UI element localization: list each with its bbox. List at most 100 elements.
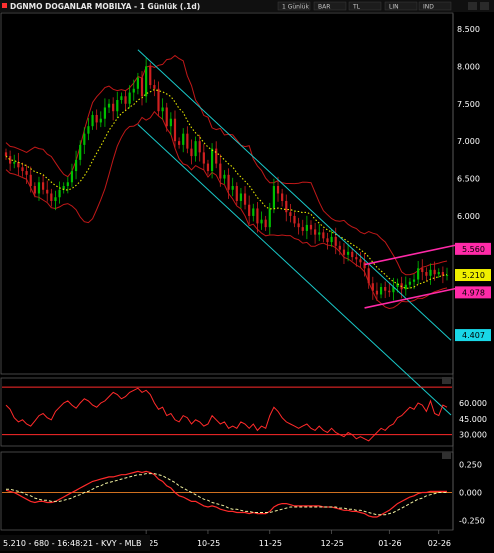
short-channel-lower [364,286,460,309]
candle-body [412,279,416,282]
date-tick-label: 10-25 [197,539,220,548]
panel-frame-1 [0,377,454,447]
candle-body [87,126,90,134]
candle-body [4,152,8,157]
candle-body [227,174,230,190]
candle-body [285,200,288,213]
candle-body [301,227,304,231]
candle-body [268,208,271,228]
candle-body [355,257,358,260]
candle-body [351,251,354,258]
candle-body [66,182,69,187]
status-text: 5.210 - 680 - 16:48:21 - KVY - MLB [3,539,141,548]
candle-body [305,224,308,231]
regression-channel-lower [137,124,452,416]
candle-body [83,133,86,145]
candle-body [371,283,374,291]
candle-body [161,107,164,112]
candle-body [79,144,82,160]
candle-body [33,186,36,194]
price-tick-label: 6.000 [457,212,480,221]
candle-body [50,193,53,201]
candle-body [95,114,98,123]
candle-body [54,197,57,201]
oscillator-tick-label: 30.000 [459,431,487,440]
toolbar-tab-label: IND [423,4,434,11]
candle-body [202,152,205,164]
date-tick-label: 12-25 [321,539,344,548]
candle-body [206,163,210,172]
bollinger-lower-line [5,110,448,310]
candle-body [132,88,135,93]
candle-body [404,284,407,290]
close-icon [480,2,489,10]
candle-body [243,193,247,205]
candle-body [149,66,152,86]
candle-body [417,268,420,280]
candle-body [41,182,45,190]
price-marker-label: 5.210 [462,271,485,280]
price-marker-label: 4.978 [462,288,485,297]
panel-frame-2 [0,451,454,531]
candle-body [433,269,436,275]
candle-body [297,223,300,228]
candle-body [91,114,94,127]
candle-body [215,148,218,164]
chart-window: DGNMO DOGANLAR MOBILYA - 1 Günlük (.1d) … [0,0,494,551]
price-tick-label: 7.000 [457,137,480,146]
candle-body [178,141,181,145]
candle-body [252,208,255,216]
candle-body [124,96,127,104]
macd-tick-label: 0.000 [459,489,482,498]
candle-body [58,189,61,198]
candle-body [157,88,160,112]
candle-body [367,268,370,284]
oscillator-line [5,387,448,442]
candle-body [379,286,383,295]
candle-body [29,174,32,187]
price-marker-label: 5.560 [462,245,485,254]
candle-body [256,208,259,224]
candle-body [210,148,214,172]
candle-body [13,162,16,164]
toolbar-tab-label: BAR [318,4,330,11]
candle-body [342,249,346,255]
candle-body [235,186,238,201]
toolbar-tab-label: TL [352,4,361,11]
toolbar-tab-label: 1 Günlük [282,4,309,11]
candle-body [182,133,185,145]
candle-body [322,232,325,239]
candle-body [293,215,296,224]
candle-body [326,238,329,243]
candle-body [338,245,341,250]
candle-body [169,118,172,127]
candle-body [186,133,189,149]
stop-icon[interactable] [2,3,7,8]
candle-body [223,174,226,179]
macd-panel: 0.250 0.000 -0.250 [2,461,485,525]
candle-body [107,103,111,108]
candle-body [112,103,115,112]
oscillator-panel: 60.000 45.000 30.000 [2,386,487,442]
panel-frames [0,12,454,531]
candle-body [239,193,243,201]
candle-body [140,77,144,97]
candle-body [384,286,387,291]
price-marker-label: 4.407 [462,331,485,340]
candle-body [421,268,424,273]
minimize-icon [468,2,477,10]
candle-body [330,236,333,243]
price-tick-label: 6.500 [457,175,480,184]
candle-body [281,193,284,201]
price-tick-label: 8.500 [457,25,480,34]
candle-body [219,163,222,179]
candle-body [145,66,148,97]
price-panel: 8.500 8.000 7.500 7.000 6.500 6.000 5.560 5.210… [4,25,491,416]
candle-body [363,262,366,269]
macd-tick-label: -0.250 [459,516,485,525]
candle-body [309,224,313,230]
candle-body [46,189,49,194]
candle-body [359,259,362,263]
oscillator-tick-label: 45.000 [459,415,487,424]
candle-body [445,275,449,277]
